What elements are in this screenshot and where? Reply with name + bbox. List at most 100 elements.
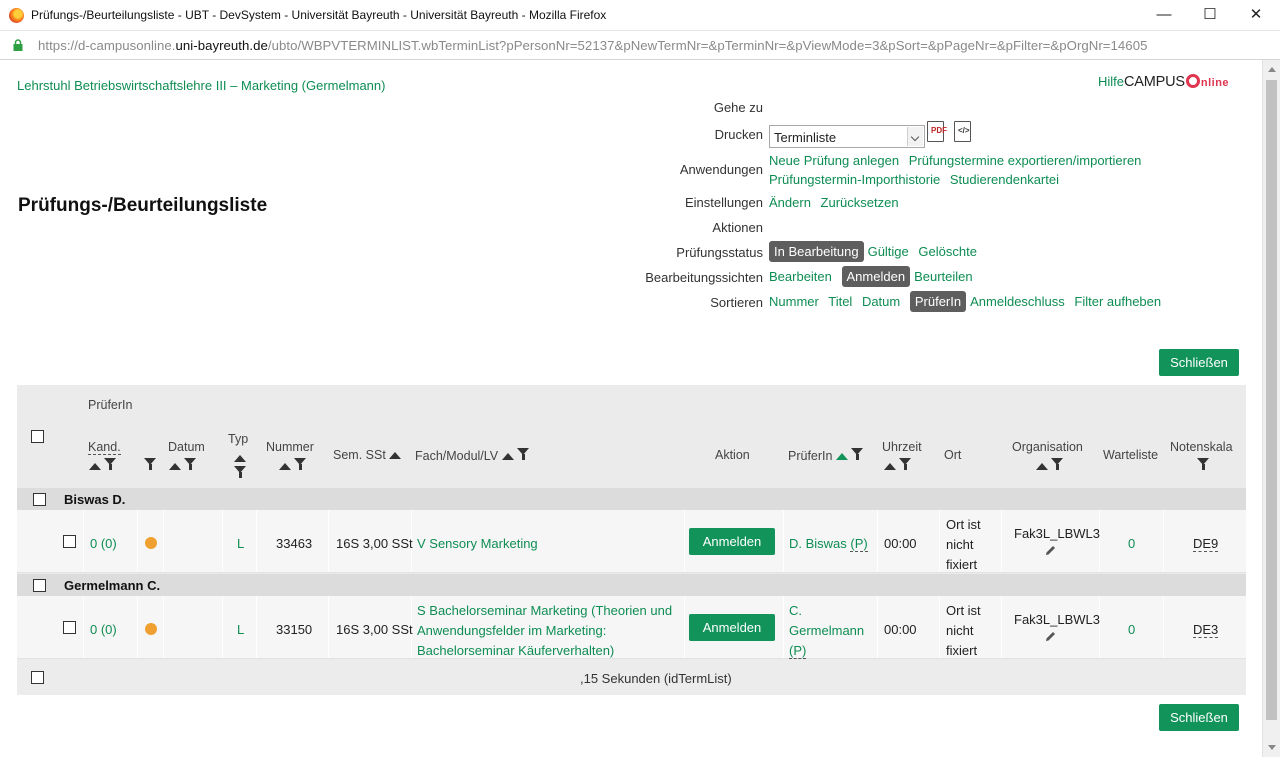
minimize-button[interactable]: — [1142,4,1186,26]
sort-prueferin[interactable]: PrüferIn [909,291,967,312]
header-sem[interactable]: Sem. SSt [333,448,402,462]
aendern-link[interactable]: Ändern [769,195,811,210]
header-datum[interactable]: Datum [168,440,205,454]
filter-icon[interactable] [517,448,530,460]
sort-up-icon[interactable] [389,452,402,459]
url-text[interactable]: https://d-campusonline.uni-bayreuth.de/u… [38,38,1147,53]
status-geloeschte[interactable]: Gelöschte [918,244,977,259]
filter-icon[interactable] [184,458,197,470]
typ-link[interactable]: L [237,536,244,551]
sicht-anmelden[interactable]: Anmelden [841,266,911,287]
organisation: Fak3L_LBWL3 [1014,526,1100,541]
vertical-scrollbar[interactable] [1262,60,1280,757]
fach-link[interactable]: V Sensory Marketing [417,536,538,551]
close-button-top[interactable]: Schließen [1159,349,1239,376]
sort-up-icon[interactable] [279,463,291,470]
kand-link[interactable]: 0 (0) [90,622,117,637]
scroll-down-icon[interactable] [1268,745,1276,750]
pruefungsstatus-options: In Bearbeitung Gültige Gelöschte [769,241,983,262]
pdf-icon[interactable]: PDF [927,121,947,142]
scrollbar-thumb[interactable] [1266,80,1277,720]
importhistorie-link[interactable]: Prüfungstermin-Importhistorie [769,172,940,187]
prueferin-link[interactable]: C. Germelmann (P) [789,601,864,661]
filter-icon[interactable] [294,458,307,470]
status-gueltige[interactable]: Gültige [868,244,909,259]
prueferin-link[interactable]: D. Biswas (P) [789,536,868,552]
header-organisation[interactable]: Organisation [1012,440,1083,454]
row-checkbox[interactable] [63,621,76,634]
header-uhrzeit-controls [884,458,912,473]
filter-icon[interactable] [851,448,864,460]
close-button-bottom[interactable]: Schließen [1159,704,1239,731]
sort-up-icon[interactable] [89,463,101,470]
row-checkbox[interactable] [63,535,76,548]
maximize-button[interactable]: ☐ [1188,4,1232,26]
kand-link[interactable]: 0 (0) [90,536,117,551]
help-campusonline-link[interactable]: HilfeCAMPUS nline [1098,74,1229,90]
group-checkbox[interactable] [33,579,46,592]
sort-up-icon[interactable] [884,463,896,470]
select-all-checkbox[interactable] [31,430,44,443]
sort-datum[interactable]: Datum [862,294,900,309]
group-checkbox[interactable] [33,493,46,506]
address-bar[interactable]: https://d-campusonline.uni-bayreuth.de/u… [0,31,1280,60]
close-window-button[interactable]: ✕ [1234,4,1278,26]
status-in-bearbeitung[interactable]: In Bearbeitung [769,241,864,262]
org-link[interactable]: Lehrstuhl Betriebswirtschaftslehre III –… [17,78,385,93]
anmelden-button[interactable]: Anmelden [689,528,775,555]
print-select-value: Terminliste [774,130,837,145]
sicht-bearbeiten[interactable]: Bearbeiten [769,269,832,284]
anwendungen-links-row2: Prüfungstermin-Importhistorie Studierend… [769,172,1065,187]
label-aktionen: Aktionen [712,220,763,235]
header-kand[interactable]: Kand. [88,440,121,455]
neue-pruefung-link[interactable]: Neue Prüfung anlegen [769,153,899,168]
sicht-beurteilen[interactable]: Beurteilen [914,269,973,284]
sort-up-icon[interactable] [501,453,514,460]
sort-nummer[interactable]: Nummer [769,294,819,309]
anmelden-button[interactable]: Anmelden [689,614,775,641]
scroll-up-icon[interactable] [1268,67,1276,72]
sort-up-icon[interactable] [169,463,181,470]
pencil-icon[interactable] [1044,630,1057,643]
header-typ[interactable]: Typ [228,432,248,446]
filter-icon[interactable] [144,458,157,470]
fach-link[interactable]: S Bachelorseminar Marketing (Theorien un… [417,601,672,661]
label-drucken: Drucken [714,127,763,142]
header-kand-controls [89,458,117,473]
group-name: Germelmann C. [64,578,161,593]
window-titlebar: Prüfungs-/Beurteilungsliste - UBT - DevS… [0,0,1280,31]
zuruecksetzen-link[interactable]: Zurücksetzen [821,195,899,210]
sort-anmeldeschluss[interactable]: Anmeldeschluss [970,294,1065,309]
studierendenkartei-link[interactable]: Studierendenkartei [950,172,1059,187]
header-prueferin[interactable]: PrüferIn [788,448,864,463]
filter-aufheben[interactable]: Filter aufheben [1074,294,1161,309]
header-uhrzeit[interactable]: Uhrzeit [882,440,922,454]
warteliste-link[interactable]: 0 [1128,536,1135,551]
header-nummer[interactable]: Nummer [266,440,314,454]
einstellungen-links: Ändern Zurücksetzen [769,195,905,210]
organisation: Fak3L_LBWL3 [1014,612,1100,627]
pencil-icon[interactable] [1044,544,1057,557]
footer-checkbox[interactable] [31,671,44,684]
pruefungstermine-export-link[interactable]: Prüfungstermine exportieren/importieren [909,153,1142,168]
sort-titel[interactable]: Titel [828,294,852,309]
filter-icon[interactable] [104,458,117,470]
filter-icon[interactable] [1197,458,1210,470]
notenskala[interactable]: DE3 [1193,622,1219,638]
sort-up-active-icon[interactable] [835,453,848,460]
filter-icon[interactable] [899,458,912,470]
header-fach[interactable]: Fach/Modul/LV [415,448,530,463]
header-ort: Ort [944,448,962,462]
chevron-down-icon [907,127,923,146]
sort-up-icon[interactable] [1036,463,1048,470]
filter-icon[interactable] [1051,458,1064,470]
ort-text: Ort ist nicht fixiert [946,603,981,658]
warteliste-link[interactable]: 0 [1128,622,1135,637]
notenskala[interactable]: DE9 [1193,536,1219,552]
typ-link[interactable]: L [237,622,244,637]
filter-icon[interactable] [234,466,247,478]
sort-up-icon[interactable] [234,455,246,462]
timing-text: ,15 Sekunden (idTermList) [580,671,732,686]
xml-icon[interactable]: </> [954,121,971,142]
print-select[interactable]: Terminliste [769,125,925,148]
